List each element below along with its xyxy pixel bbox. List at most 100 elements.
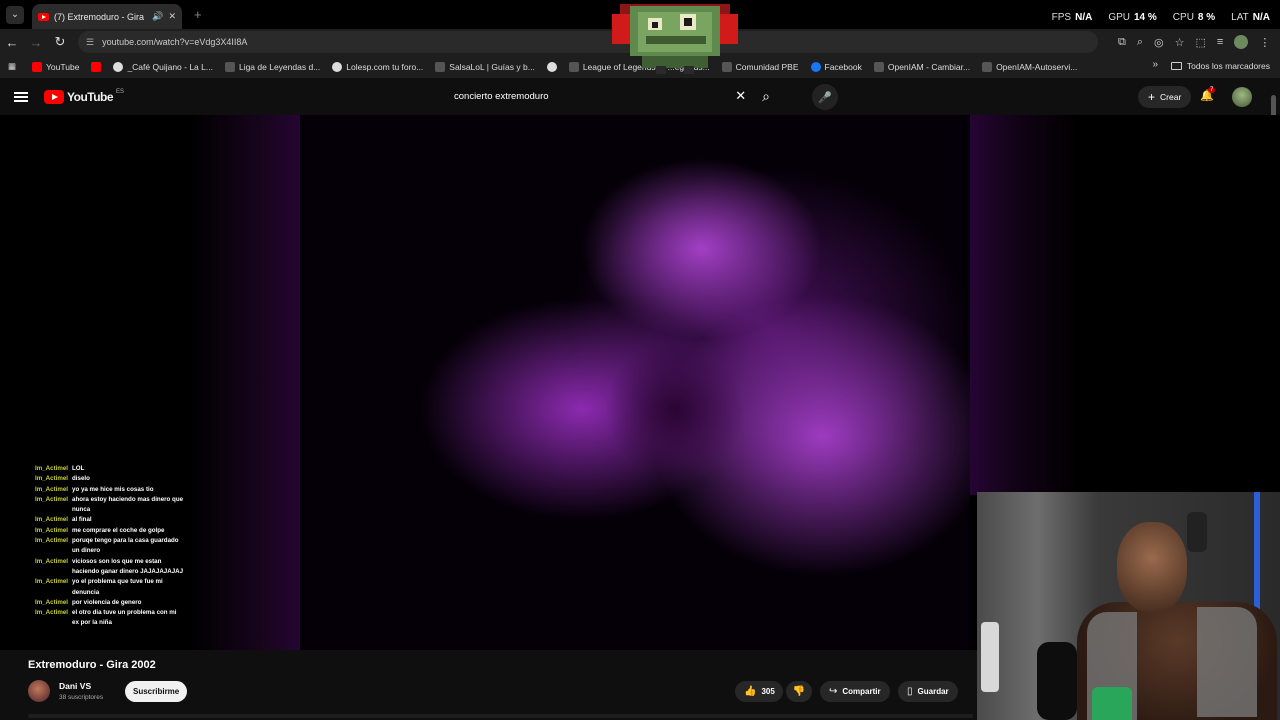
microphone-icon[interactable]: 🎤	[812, 84, 838, 110]
chat-message: Im_Actimel al final	[35, 516, 92, 524]
eye-off-icon[interactable]: ◎	[1154, 36, 1164, 49]
blue-light	[1254, 492, 1260, 612]
share-arrow-icon: ↪	[829, 686, 838, 697]
tab-title: (7) Extremoduro - Gira 200...	[54, 11, 147, 22]
video-frame[interactable]	[300, 115, 970, 650]
site-icon	[982, 61, 993, 72]
bookmark-liga-leyendas[interactable]: Liga de Leyendas d...	[224, 61, 320, 72]
chat-message: Im_Actimel diselo	[35, 475, 90, 483]
pixel-goblin-overlay-image	[612, 4, 738, 74]
bookmark-salsalol[interactable]: SalsaLoL | Guías y b...	[435, 61, 535, 72]
performance-overlay: FPS N/A GPU 14 % CPU 8 % LAT N/A	[1052, 12, 1270, 23]
folder-icon	[1170, 62, 1182, 70]
stat-lat: LAT N/A	[1231, 12, 1270, 23]
microphone-stand	[1037, 642, 1077, 720]
youtube-logo[interactable]: YouTube ES	[44, 89, 124, 104]
site-icon	[873, 61, 884, 72]
site-icon	[435, 61, 446, 72]
thumbs-down-icon: 👎	[792, 686, 806, 697]
globe-icon	[546, 61, 557, 72]
globe-icon	[332, 61, 343, 72]
clear-search-icon[interactable]: ✕	[735, 88, 746, 104]
kebab-menu-icon[interactable]: ⋮	[1259, 36, 1270, 49]
vest-right	[1197, 607, 1257, 717]
bookmark-youtube-2[interactable]	[91, 61, 102, 72]
youtube-icon	[91, 61, 102, 72]
bookmark-cafe-quijano[interactable]: _Café Quijano - La L...	[113, 61, 213, 72]
youtube-play-icon	[44, 89, 64, 104]
thumbs-up-icon: 👍	[744, 686, 757, 697]
stat-fps: FPS N/A	[1051, 12, 1093, 23]
extensions-icon[interactable]: ⬚	[1196, 36, 1206, 49]
apps-grid-icon[interactable]: ▦	[8, 61, 16, 72]
stat-cpu: CPU 8 %	[1172, 12, 1216, 23]
youtube-favicon-icon	[38, 12, 49, 21]
search-icon[interactable]: ⌕	[762, 88, 770, 105]
install-app-icon[interactable]: ⧉	[1118, 36, 1126, 49]
channel-avatar[interactable]	[28, 680, 50, 702]
dislike-button[interactable]: 👎	[786, 681, 812, 702]
site-info-icon[interactable]: ☰	[86, 37, 94, 48]
close-tab-icon[interactable]: ✕	[168, 11, 176, 22]
create-button[interactable]: + Crear	[1138, 86, 1192, 108]
profile-icon[interactable]	[1234, 35, 1249, 49]
globe-icon	[113, 61, 124, 72]
more-bookmarks-icon[interactable]: »	[1152, 59, 1158, 70]
url-text: youtube.com/watch?v=eVdg3X4II8A	[102, 37, 248, 47]
ambient-glow-right	[968, 115, 1078, 495]
reload-icon[interactable]: ↻	[48, 34, 72, 50]
like-button[interactable]: 👍 305	[735, 681, 783, 702]
subscriber-count: 38 suscriptores	[59, 694, 104, 701]
bookmark-globe[interactable]	[546, 61, 557, 72]
bookmark-lolesp[interactable]: Lolesp.com tu foro...	[332, 61, 423, 72]
streamer-face	[1117, 522, 1187, 612]
new-tab-button[interactable]: +	[194, 7, 202, 22]
youtube-icon	[32, 61, 43, 72]
zoom-icon[interactable]: ⌕	[1137, 36, 1143, 49]
channel-name[interactable]: Dani VS	[59, 681, 91, 691]
url-bar[interactable]: ☰ youtube.com/watch?v=eVdg3X4II8A	[78, 31, 1098, 53]
chat-message: Im_Actimel ahora estoy haciendo mas diner…	[35, 495, 184, 514]
chat-message: Im_Actimel LOL	[35, 465, 85, 472]
plus-icon: +	[1148, 90, 1156, 104]
bookmark-youtube[interactable]: YouTube	[32, 61, 79, 72]
star-icon[interactable]: ☆	[1175, 36, 1185, 49]
bookmark-openiam-cambiar[interactable]: OpenIAM - Cambiar...	[873, 61, 970, 72]
chat-message: Im_Actimel el otro dia tuve un problema c…	[35, 609, 177, 627]
bookmark-openiam-autoservicio[interactable]: OpenIAM-Autoservi...	[982, 61, 1077, 72]
save-button[interactable]: ▯ Guardar	[898, 681, 958, 702]
media-controls-icon[interactable]: ≡	[1217, 36, 1223, 48]
drink-can	[1092, 687, 1132, 720]
back-icon[interactable]: ←	[0, 35, 24, 50]
ambient-glow-left	[190, 115, 302, 650]
chat-message: Im_Actimel poruqe tengo para la casa guar…	[35, 537, 179, 555]
share-button[interactable]: ↪ Compartir	[820, 681, 890, 702]
forward-icon[interactable]: →	[24, 35, 48, 50]
streamer-webcam	[977, 492, 1280, 720]
chat-message: Im_Actimel viciosos son los que me estan …	[35, 557, 184, 575]
search-bar[interactable]: concierto extremoduro ✕ ⌕	[445, 84, 770, 108]
chat-message: Im_Actimel por violencia de genero	[35, 598, 142, 606]
lol-icon	[568, 61, 579, 72]
all-bookmarks-folder[interactable]: Todos los marcadores	[1170, 61, 1270, 71]
bookmark-facebook[interactable]: Facebook	[810, 61, 862, 72]
chat-message: Im_Actimel yo ya me hice mis cosas tio	[35, 485, 154, 493]
browser-tab-active[interactable]: (7) Extremoduro - Gira 200... 🔊 ✕	[32, 4, 182, 29]
hamburger-menu-icon[interactable]	[14, 91, 28, 102]
notifications-badge: 7	[1208, 87, 1216, 93]
video-title: Extremoduro - Gira 2002	[28, 659, 156, 671]
youtube-header: YouTube ES concierto extremoduro ✕ ⌕ 🎤 +…	[0, 78, 1280, 115]
speaker-icon[interactable]: 🔊	[152, 11, 163, 22]
bottle	[981, 622, 999, 692]
subscribe-button[interactable]: Suscribirme	[125, 681, 188, 702]
stat-gpu: GPU 14 %	[1108, 12, 1157, 23]
tab-search-button[interactable]: ⌄	[6, 5, 24, 24]
facebook-icon	[810, 61, 821, 72]
bookmark-icon: ▯	[907, 686, 913, 697]
site-icon	[224, 61, 235, 72]
chat-message: Im_Actimel me comprare el coche de golpe	[35, 526, 165, 534]
search-input[interactable]: concierto extremoduro	[454, 91, 735, 102]
headphones	[1187, 512, 1207, 552]
account-avatar[interactable]	[1232, 87, 1252, 107]
chat-message: Im_Actimel yo el problema que tuve fue mi…	[35, 578, 163, 596]
